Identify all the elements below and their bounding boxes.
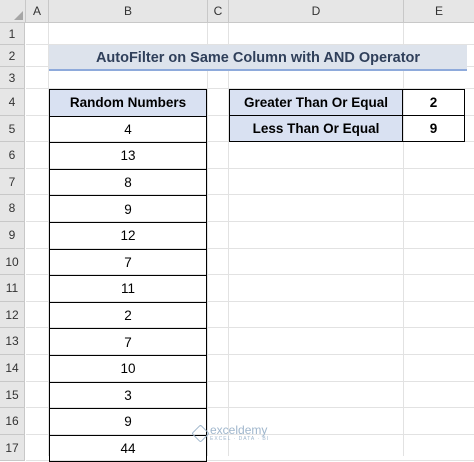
row-header-16[interactable]: 16 [0, 408, 25, 435]
table-row: 7 [49, 328, 207, 356]
sheet-title[interactable]: AutoFilter on Same Column with AND Opera… [49, 45, 467, 71]
column-header-e[interactable]: E [404, 0, 474, 22]
criteria-label[interactable]: Less Than Or Equal [229, 115, 403, 142]
row-header-13[interactable]: 13 [0, 328, 25, 355]
table-row: 8 [49, 168, 207, 197]
random-number-cell[interactable]: 13 [49, 142, 207, 170]
row-header-10[interactable]: 10 [0, 248, 25, 276]
column-header-c[interactable]: C [208, 0, 229, 22]
row-header-7[interactable]: 7 [0, 168, 25, 196]
row-header-8[interactable]: 8 [0, 195, 25, 222]
column-header-b[interactable]: B [49, 0, 208, 22]
select-all-corner[interactable] [0, 0, 26, 22]
row-header-4[interactable]: 4 [0, 89, 25, 116]
table-row: 4 [49, 115, 207, 144]
row-header-11[interactable]: 11 [0, 275, 25, 302]
criteria-row: Greater Than Or Equal 2 [229, 89, 465, 116]
exceldemy-logo-icon [191, 424, 210, 443]
random-numbers-header[interactable]: Random Numbers [49, 89, 207, 117]
random-number-cell[interactable]: 11 [49, 275, 207, 303]
table-row: 11 [49, 275, 207, 303]
watermark: exceldemy EXCEL · DATA · BI [191, 423, 270, 443]
criteria-value[interactable]: 9 [402, 115, 465, 142]
row-header-6[interactable]: 6 [0, 142, 25, 169]
random-number-cell[interactable]: 4 [49, 115, 207, 144]
random-number-cell[interactable]: 9 [49, 195, 207, 223]
random-number-cell[interactable]: 7 [49, 328, 207, 356]
row-header-14[interactable]: 14 [0, 355, 25, 382]
row-header-15[interactable]: 15 [0, 381, 25, 409]
table-row: 12 [49, 221, 207, 250]
random-number-cell[interactable]: 7 [49, 248, 207, 277]
random-number-cell[interactable]: 2 [49, 301, 207, 330]
table-row: 3 [49, 381, 207, 410]
column-header-a[interactable]: A [26, 0, 49, 22]
watermark-name: exceldemy [210, 423, 268, 437]
random-number-cell[interactable]: 9 [49, 408, 207, 436]
table-row: 7 [49, 248, 207, 277]
row-header-1[interactable]: 1 [0, 23, 25, 45]
table-row: 2 [49, 301, 207, 330]
random-number-cell[interactable]: 44 [49, 434, 207, 462]
criteria-table: Greater Than Or Equal 2 Less Than Or Equ… [229, 89, 465, 142]
random-number-cell[interactable]: 10 [49, 354, 207, 383]
row-header-9[interactable]: 9 [0, 222, 25, 249]
criteria-label[interactable]: Greater Than Or Equal [229, 89, 403, 116]
row-header-3[interactable]: 3 [0, 67, 25, 89]
row-header-12[interactable]: 12 [0, 301, 25, 329]
criteria-row: Less Than Or Equal 9 [229, 115, 465, 142]
row-header-17[interactable]: 17 [0, 434, 25, 462]
table-row: 9 [49, 408, 207, 436]
random-number-cell[interactable]: 3 [49, 381, 207, 410]
random-number-cell[interactable]: 12 [49, 221, 207, 250]
column-header-d[interactable]: D [229, 0, 404, 22]
table-row: 13 [49, 142, 207, 170]
table-row: 44 [49, 434, 207, 462]
table-row: 10 [49, 354, 207, 383]
random-number-cell[interactable]: 8 [49, 168, 207, 197]
row-header-5[interactable]: 5 [0, 115, 25, 143]
random-numbers-table: Random Numbers 4 13 8 9 12 7 11 2 7 10 3 9 44 [49, 89, 207, 462]
criteria-value[interactable]: 2 [402, 89, 465, 116]
watermark-tagline: EXCEL · DATA · BI [210, 436, 270, 442]
table-row: 9 [49, 195, 207, 223]
select-all-icon [14, 11, 23, 20]
row-header-2[interactable]: 2 [0, 45, 25, 67]
spreadsheet: A B C D E 1 2 3 4 5 6 7 8 9 10 11 12 13 14 15 16 17 Auto… [0, 0, 474, 462]
column-header-bar: A B C D E [0, 0, 474, 23]
